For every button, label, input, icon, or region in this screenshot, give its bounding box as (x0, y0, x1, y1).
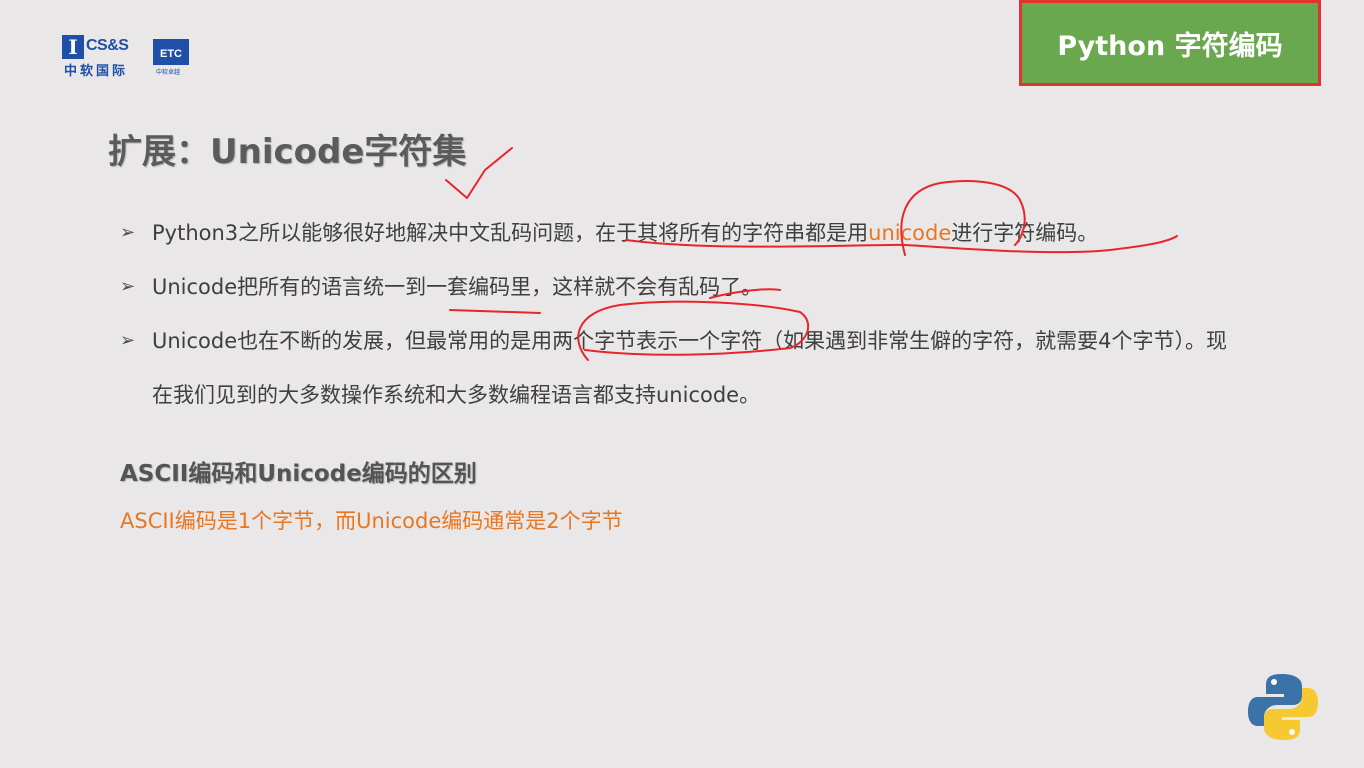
bullet-highlight: unicode (868, 221, 952, 245)
section-subheading: ASCII编码和Unicode编码的区别 (120, 461, 477, 487)
bullet-text: Unicode把所有的语言统一到一套编码里，这样就不会有乱码了。 (152, 275, 763, 299)
logo-cs-text: CS&S (86, 37, 129, 54)
slide-title: 扩展：Unicode字符集 (108, 132, 467, 172)
python-logo-icon (1248, 674, 1318, 740)
bullet-text: Unicode也在不断的发展，但最常用的是用两个字节表示一个字符（如果遇到非常生… (152, 329, 1228, 407)
logo-mark: I (62, 35, 84, 59)
bullet-item: ➢ Unicode把所有的语言统一到一套编码里，这样就不会有乱码了。 (120, 260, 1240, 314)
logo-etc-text: ETC (153, 39, 189, 65)
bullet-arrow-icon: ➢ (120, 222, 136, 243)
bullet-item: ➢ Python3之所以能够很好地解决中文乱码问题，在于其将所有的字符串都是用u… (120, 206, 1240, 260)
bullet-list: ➢ Python3之所以能够很好地解决中文乱码问题，在于其将所有的字符串都是用u… (120, 206, 1240, 422)
bullet-arrow-icon: ➢ (120, 330, 136, 351)
logo-chinese-text: 中软国际 (64, 64, 129, 79)
topic-badge: Python 字符编码 (1019, 0, 1321, 86)
bullet-arrow-icon: ➢ (120, 276, 136, 297)
bullet-text: Python3之所以能够很好地解决中文乱码问题，在于其将所有的字符串都是用 (152, 221, 869, 245)
logo-chinese-small: 中软卓越 (156, 69, 181, 76)
difference-text: ASCII编码是1个字节，而Unicode编码通常是2个字节 (120, 509, 623, 533)
bullet-text-end: 进行字符编码。 (951, 221, 1099, 245)
company-logo: I CS&S ETC 中软国际 中软卓越 (62, 35, 190, 79)
bullet-item: ➢ Unicode也在不断的发展，但最常用的是用两个字节表示一个字符（如果遇到非… (120, 314, 1240, 422)
